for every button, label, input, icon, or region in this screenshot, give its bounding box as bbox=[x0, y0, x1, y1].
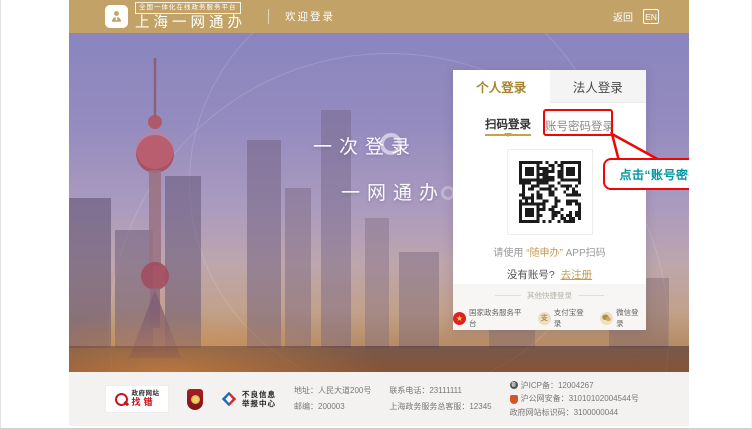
method-password-login[interactable]: 账号密码登录 bbox=[545, 118, 614, 134]
qr-code-pattern bbox=[519, 161, 581, 223]
quick-login-label: 国家政务服务平台 bbox=[469, 307, 529, 329]
qr-code bbox=[507, 149, 593, 235]
footer-license-col: 备 沪ICP备：12004267 沪公网安备：31010102004544号 政… bbox=[510, 381, 639, 418]
header-right: 返回 EN bbox=[613, 9, 659, 24]
quick-login-national-platform[interactable]: ★ 国家政务服务平台 bbox=[453, 307, 529, 329]
suishenban-logo-icon bbox=[105, 5, 128, 28]
register-line: 没有账号? 去注册 bbox=[453, 267, 646, 282]
site-code-text: 政府网站标识码：3100000044 bbox=[510, 408, 619, 418]
language-toggle-button[interactable]: EN bbox=[643, 9, 659, 24]
back-link[interactable]: 返回 bbox=[613, 9, 633, 24]
quick-login-row: ★ 国家政务服务平台 支 支付宝登录 微信登录 bbox=[453, 307, 646, 329]
site-name: 上海一网通办 bbox=[135, 15, 246, 32]
national-emblem-icon: ★ bbox=[453, 312, 466, 325]
police-text: 沪公网安备：31010102004544号 bbox=[521, 394, 639, 404]
slogan-line2: 一网通办 bbox=[341, 178, 445, 205]
welcome-text: 欢迎登录 bbox=[285, 9, 335, 24]
alipay-icon: 支 bbox=[538, 312, 551, 325]
magnifier-icon bbox=[115, 393, 128, 406]
quick-login-title: 其他快捷登录 bbox=[453, 290, 646, 301]
quick-login-label: 微信登录 bbox=[616, 307, 646, 329]
tab-corporate-login[interactable]: 法人登录 bbox=[550, 70, 647, 103]
bad-info-report-badge[interactable]: 不良信息 举报中心 bbox=[221, 390, 276, 409]
platform-badge: 全国一体化在线政务服务平台 bbox=[135, 2, 241, 14]
hero-banner: 一次登录 一网通办 个人登录 法人登录 扫码登录 账号密码登录 请使用 “随申办… bbox=[69, 33, 689, 372]
login-tabs: 个人登录 法人登录 bbox=[453, 70, 646, 103]
icp-text: 沪ICP备：12004267 bbox=[521, 381, 594, 391]
security-shield-badge[interactable] bbox=[187, 389, 203, 410]
qr-hint-app-name: “随申办” bbox=[526, 248, 563, 259]
report-diamond-icon bbox=[221, 391, 237, 407]
report-line2: 举报中心 bbox=[242, 399, 276, 408]
site-logo[interactable]: 全国一体化在线政务服务平台 上海一网通办 bbox=[105, 2, 246, 31]
annotation-callout-text: 点击“账号密码登入” bbox=[619, 166, 689, 183]
tab-personal-login[interactable]: 个人登录 bbox=[453, 70, 550, 103]
footer-address-col: 地址：人民大道200号 邮编：200003 bbox=[294, 386, 371, 411]
qr-hint-prefix: 请使用 bbox=[493, 248, 523, 259]
method-scan-login[interactable]: 扫码登录 bbox=[485, 116, 531, 136]
hotline-text: 上海政务服务总客服：12345 bbox=[389, 402, 491, 412]
quick-login-wechat[interactable]: 微信登录 bbox=[600, 307, 646, 329]
warm-glow bbox=[69, 312, 389, 372]
site-header: 全国一体化在线政务服务平台 上海一网通办 欢迎登录 返回 EN bbox=[69, 0, 689, 33]
qr-hint: 请使用 “随申办” APP扫码 bbox=[453, 244, 646, 259]
no-account-text: 没有账号? bbox=[507, 269, 555, 281]
qr-hint-suffix: APP扫码 bbox=[566, 248, 606, 259]
site-footer: 政府网站 找错 不良信息 举报中心 地址：人民大道200号 bbox=[69, 372, 689, 426]
icp-icon: 备 bbox=[510, 381, 518, 389]
police-badge-icon bbox=[510, 395, 518, 404]
gov-site-error-report-badge[interactable]: 政府网站 找错 bbox=[105, 385, 169, 413]
header-divider bbox=[268, 9, 269, 24]
report-line1: 不良信息 bbox=[242, 390, 276, 399]
address-text: 地址：人民大道200号 bbox=[294, 386, 371, 396]
slogan-line1: 一次登录 bbox=[313, 132, 417, 159]
phone-text: 联系电话：23111111 bbox=[389, 386, 491, 396]
quick-login-label: 支付宝登录 bbox=[554, 307, 591, 329]
shield-emblem-icon bbox=[191, 395, 200, 404]
quick-login-alipay[interactable]: 支 支付宝登录 bbox=[538, 307, 591, 329]
annotation-callout-bubble: 点击“账号密码登入” bbox=[603, 158, 689, 190]
login-panel: 个人登录 法人登录 扫码登录 账号密码登录 请使用 “随申办” APP扫码 没有… bbox=[453, 70, 646, 330]
browser-page: 全国一体化在线政务服务平台 上海一网通办 欢迎登录 返回 EN bbox=[0, 0, 752, 429]
building-silhouette bbox=[399, 252, 439, 348]
wechat-icon bbox=[600, 312, 613, 325]
footer-contact-col: 联系电话：23111111 上海政务服务总客服：12345 bbox=[389, 386, 491, 411]
site-content: 全国一体化在线政务服务平台 上海一网通办 欢迎登录 返回 EN bbox=[69, 0, 689, 429]
postcode-text: 邮编：200003 bbox=[294, 402, 371, 412]
quick-login-section: 其他快捷登录 ★ 国家政务服务平台 支 支付宝登录 bbox=[453, 284, 646, 330]
login-methods: 扫码登录 账号密码登录 bbox=[453, 116, 646, 136]
register-link[interactable]: 去注册 bbox=[561, 269, 593, 281]
site-title-block: 全国一体化在线政务服务平台 上海一网通办 bbox=[135, 2, 246, 31]
find-error-line2: 找错 bbox=[132, 398, 160, 408]
